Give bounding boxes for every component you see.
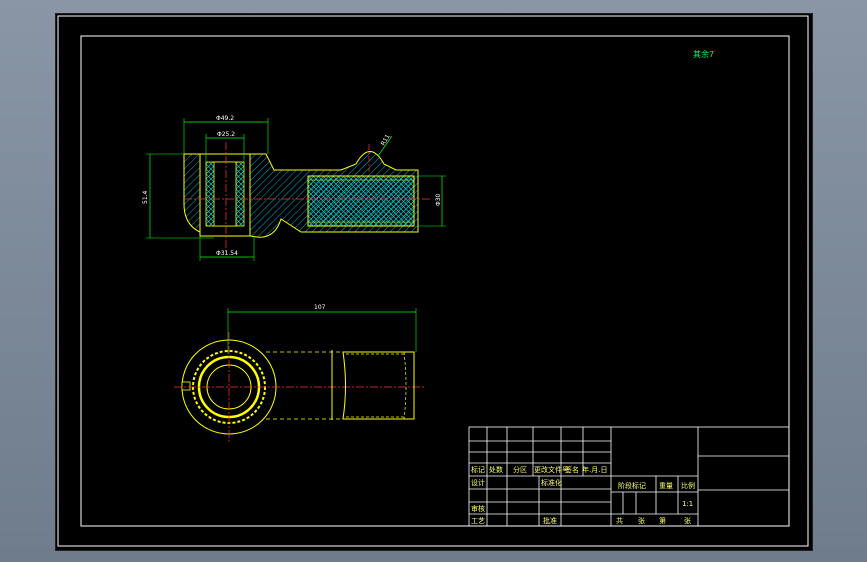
tb-review: 审核 <box>471 504 485 513</box>
title-block-border <box>468 426 790 527</box>
shank-thread-curve <box>346 351 407 420</box>
tb-design: 设计 <box>471 478 485 487</box>
dim-height-text: 51.4 <box>142 190 149 204</box>
tb-h-sign: 签名 <box>565 465 579 474</box>
tb-h-docno: 更改文件号 <box>534 465 569 474</box>
tb-h-mark: 标记 <box>471 465 485 474</box>
dim-bore-text: Φ31.54 <box>216 250 238 257</box>
inner-frame <box>80 35 790 527</box>
section-view: Φ49.2 Φ25.2 51.4 R11 Φ30 Φ31.54 <box>142 115 446 261</box>
eye-notch <box>181 381 191 391</box>
tb-sheet-no: 第 <box>659 516 666 525</box>
dim-radius-text: R11 <box>380 133 392 147</box>
tb-approve: 批准 <box>543 516 557 525</box>
drawing-viewport[interactable]: 其余7 Φ49.2 Φ25.2 51.4 R11 Φ30 Φ31.54 107 … <box>55 13 813 551</box>
plan-view: 107 <box>174 304 426 442</box>
title-block <box>468 426 790 527</box>
tb-sheet-unit-2: 张 <box>684 516 691 525</box>
cad-drawing: 其余7 Φ49.2 Φ25.2 51.4 R11 Φ30 Φ31.54 107 … <box>57 15 809 547</box>
tb-weight: 重量 <box>659 482 673 490</box>
tb-h-date: 年.月.日 <box>582 465 607 474</box>
tb-scale-label: 比例 <box>681 481 695 490</box>
tb-process: 工艺 <box>471 517 485 525</box>
tb-h-count: 处数 <box>489 465 503 474</box>
dim-id-text: Φ25.2 <box>217 131 235 138</box>
shank-body <box>342 351 415 420</box>
tb-stage: 阶段标记 <box>618 481 646 490</box>
dim-right-dia-text: Φ30 <box>435 193 442 206</box>
tb-scale-value: 1:1 <box>682 500 693 508</box>
outer-frame <box>57 15 809 547</box>
tb-h-zone: 分区 <box>513 465 527 474</box>
dim-od-text: Φ49.2 <box>216 115 234 122</box>
eye-bore-inner <box>213 161 237 227</box>
tb-standard: 标准化 <box>541 478 562 487</box>
sheet-label: 其余7 <box>693 49 714 59</box>
shank-thread <box>307 175 415 227</box>
tb-sheet-total: 共 <box>616 516 623 525</box>
tb-sheet-unit-1: 张 <box>638 516 645 525</box>
dim-length-text: 107 <box>314 304 326 311</box>
